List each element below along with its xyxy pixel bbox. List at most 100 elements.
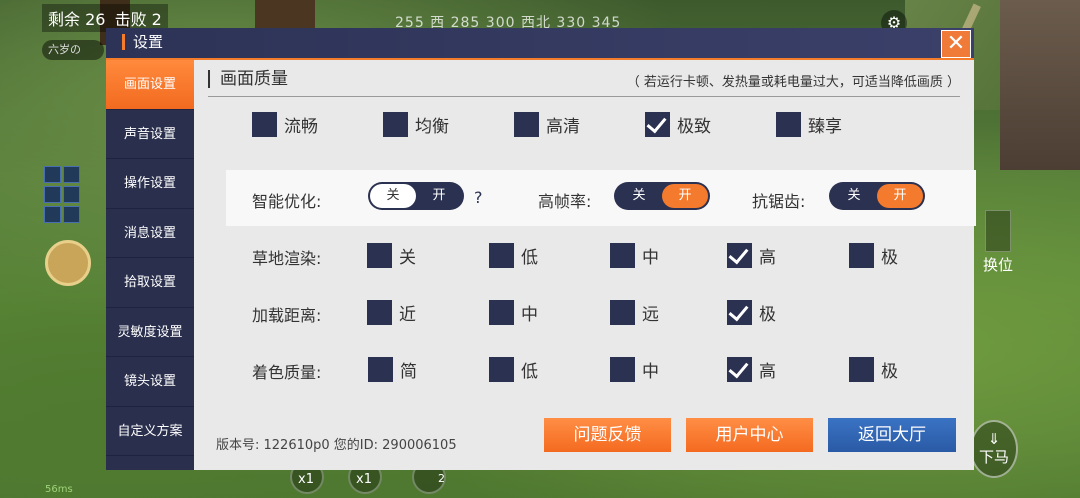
tab-pickup[interactable]: 拾取设置 (106, 258, 194, 308)
grass-render-label: 草地渲染: (252, 249, 322, 268)
option-label: 高 (759, 248, 776, 268)
tab-camera[interactable]: 镜头设置 (106, 357, 194, 407)
grass-option[interactable]: 高 (727, 243, 776, 268)
option-label: 极 (881, 248, 898, 268)
settings-sidebar: 画面设置 声音设置 操作设置 消息设置 拾取设置 灵敏度设置 镜头设置 自定义方… (106, 60, 194, 470)
anti-aliasing-label: 抗锯齿: (752, 192, 806, 211)
settings-dialog: 设置 ✕ 画面设置 声音设置 操作设置 消息设置 拾取设置 灵敏度设置 镜头设置… (106, 28, 976, 470)
quality-presets: 流畅 均衡 高清 极致 臻享 (252, 112, 912, 140)
ping-indicator: 56ms (45, 484, 73, 495)
grass-option[interactable]: 关 (367, 243, 416, 268)
tab-custom[interactable]: 自定义方案 (106, 407, 194, 456)
close-button[interactable]: ✕ (941, 30, 971, 58)
anti-aliasing-switch[interactable]: 关 开 (829, 182, 925, 210)
toggle-band: 智能优化: 关 开 ? 高帧率: 关 开 抗锯齿: 关 开 (226, 170, 976, 226)
tab-display[interactable]: 画面设置 (106, 60, 194, 110)
switch-off: 关 (370, 184, 416, 208)
distance-option[interactable]: 中 (489, 300, 538, 325)
shading-option[interactable]: 低 (489, 357, 538, 382)
checkbox-checked[interactable] (727, 357, 752, 382)
shading-option[interactable]: 中 (610, 357, 659, 382)
dialog-header: 设置 ✕ (106, 28, 974, 60)
tree-trunk (255, 0, 315, 30)
seat-icon (985, 210, 1011, 252)
option-label: 简 (400, 362, 417, 382)
checkbox[interactable] (610, 357, 635, 382)
grass-option[interactable]: 低 (489, 243, 538, 268)
option-label: 中 (642, 248, 659, 268)
option-label: 低 (521, 248, 538, 268)
item-count: x1 (298, 472, 314, 487)
checkbox[interactable] (514, 112, 539, 137)
high-framerate-switch[interactable]: 关 开 (614, 182, 710, 210)
teammate-name: 六岁の (42, 40, 104, 60)
switch-on: 开 (877, 184, 923, 208)
shading-option[interactable]: 极 (849, 357, 898, 382)
tab-sound[interactable]: 声音设置 (106, 110, 194, 159)
quality-option[interactable]: 流畅 (252, 112, 318, 138)
grass-option[interactable]: 极 (849, 243, 898, 268)
checkbox[interactable] (367, 300, 392, 325)
help-icon[interactable]: ? (474, 188, 483, 207)
tab-messages[interactable]: 消息设置 (106, 209, 194, 258)
option-label: 低 (521, 362, 538, 382)
tab-sensitivity[interactable]: 灵敏度设置 (106, 308, 194, 357)
checkbox[interactable] (610, 243, 635, 268)
version-info: 版本号: 122610p0 您的ID: 290006105 (216, 438, 457, 453)
option-label: 近 (399, 305, 416, 325)
checkbox[interactable] (252, 112, 277, 137)
distance-option[interactable]: 极 (727, 300, 776, 325)
option-label: 高 (759, 362, 776, 382)
item-slot[interactable] (63, 186, 80, 203)
checkbox[interactable] (383, 112, 408, 137)
quality-option[interactable]: 高清 (514, 112, 580, 138)
shading-option[interactable]: 简 (368, 357, 417, 382)
shading-option[interactable]: 高 (727, 357, 776, 382)
grass-option[interactable]: 中 (610, 243, 659, 268)
quality-option[interactable]: 极致 (645, 112, 711, 138)
checkbox[interactable] (489, 300, 514, 325)
feedback-button[interactable]: 问题反馈 (544, 418, 671, 452)
kills-label: 击败 (114, 10, 147, 29)
checkbox-checked[interactable] (727, 300, 752, 325)
option-label: 中 (521, 305, 538, 325)
option-label: 极致 (677, 117, 711, 137)
checkbox-checked[interactable] (645, 112, 670, 137)
shading-quality-row: 着色质量: 简 低 中 高 极 (252, 357, 952, 385)
user-center-button[interactable]: 用户中心 (686, 418, 813, 452)
checkbox[interactable] (368, 357, 393, 382)
remain-label: 剩余 (48, 10, 81, 29)
remain-count: 26 (85, 10, 106, 29)
quality-option[interactable]: 均衡 (383, 112, 449, 138)
checkbox[interactable] (776, 112, 801, 137)
checkbox[interactable] (367, 243, 392, 268)
quality-option[interactable]: 臻享 (776, 112, 842, 138)
item-slots (44, 166, 84, 226)
smart-optimize-switch[interactable]: 关 开 (368, 182, 464, 210)
checkbox[interactable] (489, 357, 514, 382)
dismount-button[interactable]: ⇓ 下马 (970, 420, 1018, 478)
close-icon: ✕ (946, 31, 966, 56)
switch-off: 关 (632, 188, 646, 203)
swap-seat-button[interactable]: 换位 (978, 210, 1018, 274)
item-slot[interactable] (44, 186, 61, 203)
item-slot[interactable] (44, 206, 61, 223)
checkbox-checked[interactable] (727, 243, 752, 268)
dismount-label: 下马 (978, 448, 1009, 466)
return-lobby-button[interactable]: 返回大厅 (828, 418, 956, 452)
load-distance-label: 加载距离: (252, 306, 322, 325)
switch-off: 关 (847, 188, 861, 203)
distance-option[interactable]: 远 (610, 300, 659, 325)
item-slot[interactable] (44, 166, 61, 183)
checkbox[interactable] (489, 243, 514, 268)
tab-controls[interactable]: 操作设置 (106, 159, 194, 209)
checkbox[interactable] (849, 243, 874, 268)
item-slot[interactable] (63, 206, 80, 223)
checkbox[interactable] (610, 300, 635, 325)
dialog-title: 设置 (122, 34, 163, 50)
item-slot[interactable] (63, 166, 80, 183)
checkbox[interactable] (849, 357, 874, 382)
distance-option[interactable]: 近 (367, 300, 416, 325)
avatar[interactable] (45, 240, 91, 286)
grass-render-row: 草地渲染: 关 低 中 高 极 (252, 243, 952, 271)
